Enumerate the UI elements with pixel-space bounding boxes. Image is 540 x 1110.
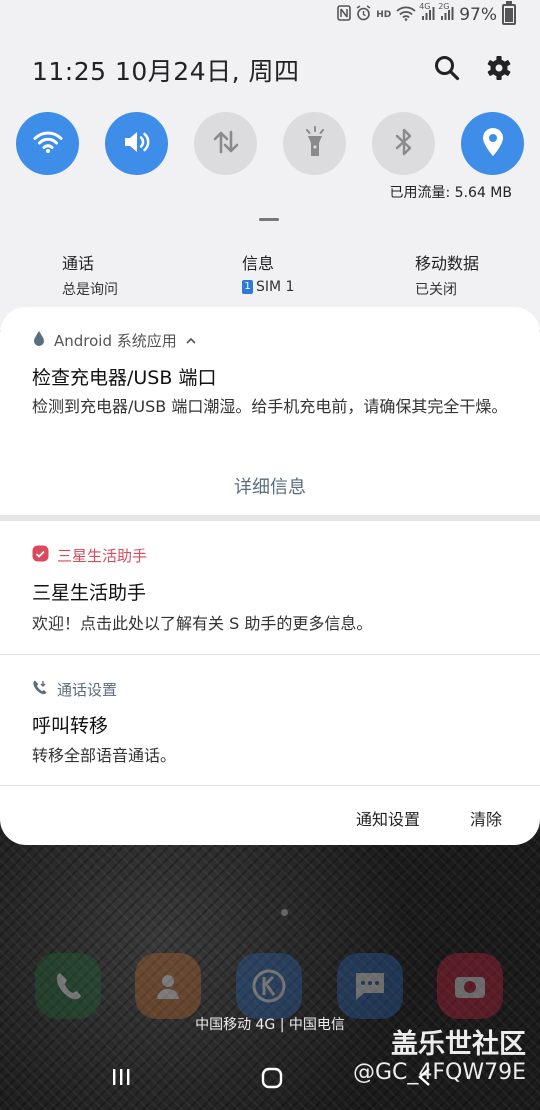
quick-toggles bbox=[16, 112, 524, 176]
flashlight-toggle[interactable] bbox=[283, 112, 346, 175]
phone-app-icon[interactable] bbox=[35, 953, 101, 1019]
sim-mobile-data-title: 移动数据 bbox=[415, 254, 480, 273]
network-type-2: 2G bbox=[438, 1, 450, 11]
mobile-data-toggle[interactable] bbox=[194, 112, 257, 175]
sim-call-value: 总是询问 bbox=[62, 282, 118, 298]
recents-icon[interactable] bbox=[110, 1066, 132, 1092]
notification-app-name: 通话设置 bbox=[57, 681, 118, 699]
flashlight-icon bbox=[302, 125, 328, 162]
sim-manager: 通话 总是询问 信息 1 SIM 1 移动数据 已关闭 bbox=[0, 250, 540, 300]
search-icon[interactable] bbox=[432, 53, 462, 83]
water-drop-icon bbox=[32, 330, 46, 351]
status-icons: HD 4G 2G 97% bbox=[337, 1, 516, 25]
notification-body: 转移全部语音通话。 bbox=[32, 746, 177, 765]
contacts-app-icon[interactable] bbox=[135, 953, 201, 1019]
wifi-status-icon bbox=[396, 6, 416, 24]
notification-body: 检测到充电器/USB 端口潮湿。给手机充电前，请确保其完全干燥。 bbox=[32, 397, 508, 416]
notification-title: 三星生活助手 bbox=[32, 582, 147, 604]
sound-icon bbox=[122, 129, 152, 159]
signal-1-icon: 4G bbox=[419, 2, 435, 24]
notification-panel: Android 系统应用 检查充电器/USB 端口 检测到充电器/USB 端口潮… bbox=[0, 307, 540, 845]
messages-app-icon[interactable] bbox=[337, 953, 403, 1019]
notification-app-line: Android 系统应用 bbox=[32, 330, 197, 351]
sim-call[interactable]: 通话 总是询问 bbox=[62, 250, 118, 299]
notification-title: 检查充电器/USB 端口 bbox=[32, 367, 217, 389]
bluetooth-toggle[interactable] bbox=[372, 112, 435, 175]
expand-handle[interactable] bbox=[259, 218, 279, 221]
k-app-icon[interactable] bbox=[236, 953, 302, 1019]
bluetooth-icon bbox=[394, 127, 414, 161]
notification-app-line: 三星生活助手 bbox=[32, 545, 147, 566]
alarm-icon bbox=[356, 5, 371, 24]
clear-button[interactable]: 清除 bbox=[470, 806, 502, 830]
sound-toggle[interactable] bbox=[105, 112, 168, 175]
data-usage: 已用流量: 5.64 MB bbox=[389, 185, 512, 201]
status-bar: HD 4G 2G 97% bbox=[0, 0, 540, 34]
sim-message-value: SIM 1 bbox=[256, 279, 295, 295]
wifi-toggle[interactable] bbox=[16, 112, 79, 175]
notification-title: 呼叫转移 bbox=[32, 715, 109, 737]
navigation-bar bbox=[0, 1060, 540, 1100]
divider bbox=[0, 785, 540, 786]
battery-percent: 97% bbox=[459, 4, 497, 25]
call-forward-icon bbox=[32, 679, 49, 700]
sim-mobile-data-value: 已关闭 bbox=[415, 282, 457, 298]
notification-body: 欢迎！点击此处以了解有关 S 助手的更多信息。 bbox=[32, 614, 373, 633]
signal-2-icon: 2G bbox=[438, 2, 454, 24]
location-toggle[interactable] bbox=[461, 112, 524, 175]
home-button-icon[interactable] bbox=[260, 1066, 284, 1094]
gear-icon[interactable] bbox=[484, 53, 514, 83]
sim-message-title: 信息 bbox=[242, 254, 275, 273]
samsung-assistant-icon bbox=[32, 545, 49, 566]
page-indicator bbox=[281, 909, 288, 916]
notification-app-name: Android 系统应用 bbox=[54, 332, 177, 350]
sim-call-title: 通话 bbox=[62, 254, 95, 273]
network-type-1: 4G bbox=[419, 1, 431, 11]
nfc-icon bbox=[337, 5, 351, 24]
back-icon[interactable] bbox=[414, 1066, 436, 1092]
chevron-up-icon[interactable] bbox=[185, 332, 197, 350]
location-icon bbox=[481, 127, 505, 161]
date-time: 11:25 10月24日, 周四 bbox=[32, 57, 300, 86]
notification-android-system[interactable]: Android 系统应用 检查充电器/USB 端口 检测到充电器/USB 端口潮… bbox=[0, 307, 540, 515]
sim-message[interactable]: 信息 1 SIM 1 bbox=[242, 250, 294, 295]
notification-app-line: 通话设置 bbox=[32, 679, 117, 700]
notification-settings-button[interactable]: 通知设置 bbox=[356, 806, 420, 830]
notification-samsung-assistant[interactable]: 三星生活助手 三星生活助手 欢迎！点击此处以了解有关 S 助手的更多信息。 bbox=[0, 521, 540, 654]
watermark-title: 盖乐世社区 bbox=[391, 1029, 526, 1060]
wifi-icon bbox=[33, 130, 63, 158]
notification-call-settings[interactable]: 通话设置 呼叫转移 转移全部语音通话。 bbox=[0, 655, 540, 785]
hd-label: HD bbox=[376, 9, 392, 20]
mobile-data-icon bbox=[211, 128, 241, 160]
sim-mobile-data[interactable]: 移动数据 已关闭 bbox=[415, 250, 479, 299]
battery-icon bbox=[502, 1, 516, 25]
details-button[interactable]: 详细信息 bbox=[0, 473, 540, 499]
notification-app-name: 三星生活助手 bbox=[57, 547, 148, 565]
sim-badge: 1 bbox=[242, 280, 253, 294]
camera-app-icon[interactable] bbox=[437, 953, 503, 1019]
